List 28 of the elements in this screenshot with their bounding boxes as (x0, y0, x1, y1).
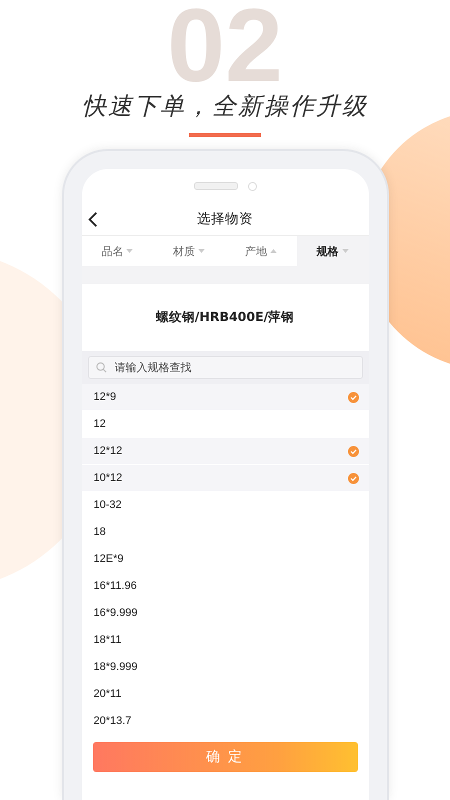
back-icon[interactable] (88, 210, 98, 228)
check-icon (348, 472, 358, 484)
search-field[interactable]: 请输入规格查找 (88, 356, 362, 380)
spec-item[interactable]: 18*11 (82, 627, 368, 654)
spec-item[interactable]: 12*9 (82, 384, 368, 412)
check-icon (348, 446, 358, 457)
spec-item[interactable]: 10-32 (82, 492, 368, 520)
check-icon (348, 392, 358, 403)
spec-item[interactable]: 16*11.96 (82, 573, 368, 600)
title-underline (189, 133, 261, 137)
filter-tab[interactable]: 材质 (153, 236, 225, 266)
spec-item[interactable]: 12E*9 (82, 546, 368, 574)
product-name: 螺纹钢/HRB400E/萍钢 (154, 308, 296, 326)
spec-item[interactable]: 20*11 (82, 681, 368, 708)
filter-tab[interactable]: 规格 (296, 236, 368, 266)
search-icon (96, 362, 106, 374)
camera-icon (248, 182, 256, 191)
page-title: 选择物资 (197, 210, 253, 228)
spec-item[interactable]: 12*12 (82, 438, 368, 466)
filter-tab[interactable]: 产地 (225, 236, 297, 266)
speaker-icon (194, 182, 238, 190)
filter-tab[interactable]: 品名 (82, 236, 154, 266)
banner-title: 快速下单，全新操作升级 (82, 91, 368, 122)
spec-item[interactable]: 18 (82, 519, 368, 546)
spec-item[interactable]: 20*13.7 (82, 708, 368, 736)
spec-item[interactable]: 18*9.999 (82, 654, 368, 682)
spec-item[interactable]: 16*9.999 (82, 600, 368, 628)
spec-item[interactable]: 10*12 (82, 465, 368, 492)
